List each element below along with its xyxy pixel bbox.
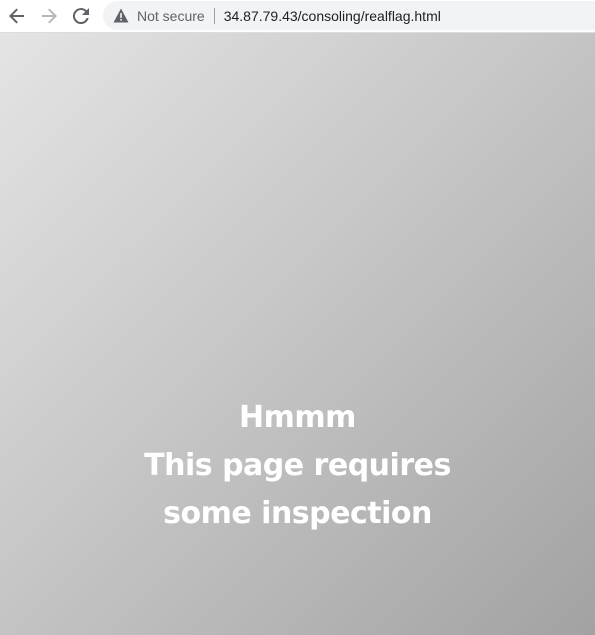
reload-button[interactable] (69, 4, 93, 28)
back-button[interactable] (5, 4, 29, 28)
omnibox-divider (213, 7, 215, 24)
security-status-label[interactable]: Not secure (137, 8, 205, 24)
arrow-right-icon (42, 8, 57, 24)
reload-icon (73, 8, 89, 24)
message-line-2: This page requires (144, 448, 451, 483)
url-text[interactable]: 34.87.79.43/consoling/realflag.html (224, 8, 441, 24)
message-line-3: some inspection (163, 496, 432, 531)
message-line-1: Hmmm (239, 400, 356, 435)
page-content: Hmmm This page requires some inspection (0, 33, 595, 635)
arrow-left-icon (9, 8, 24, 24)
address-bar[interactable]: Not secure 34.87.79.43/consoling/realfla… (103, 1, 595, 30)
forward-button[interactable] (37, 4, 61, 28)
browser-toolbar: Not secure 34.87.79.43/consoling/realfla… (0, 0, 595, 33)
warning-triangle-icon (113, 7, 131, 25)
inspection-message: Hmmm This page requires some inspection (0, 394, 595, 538)
